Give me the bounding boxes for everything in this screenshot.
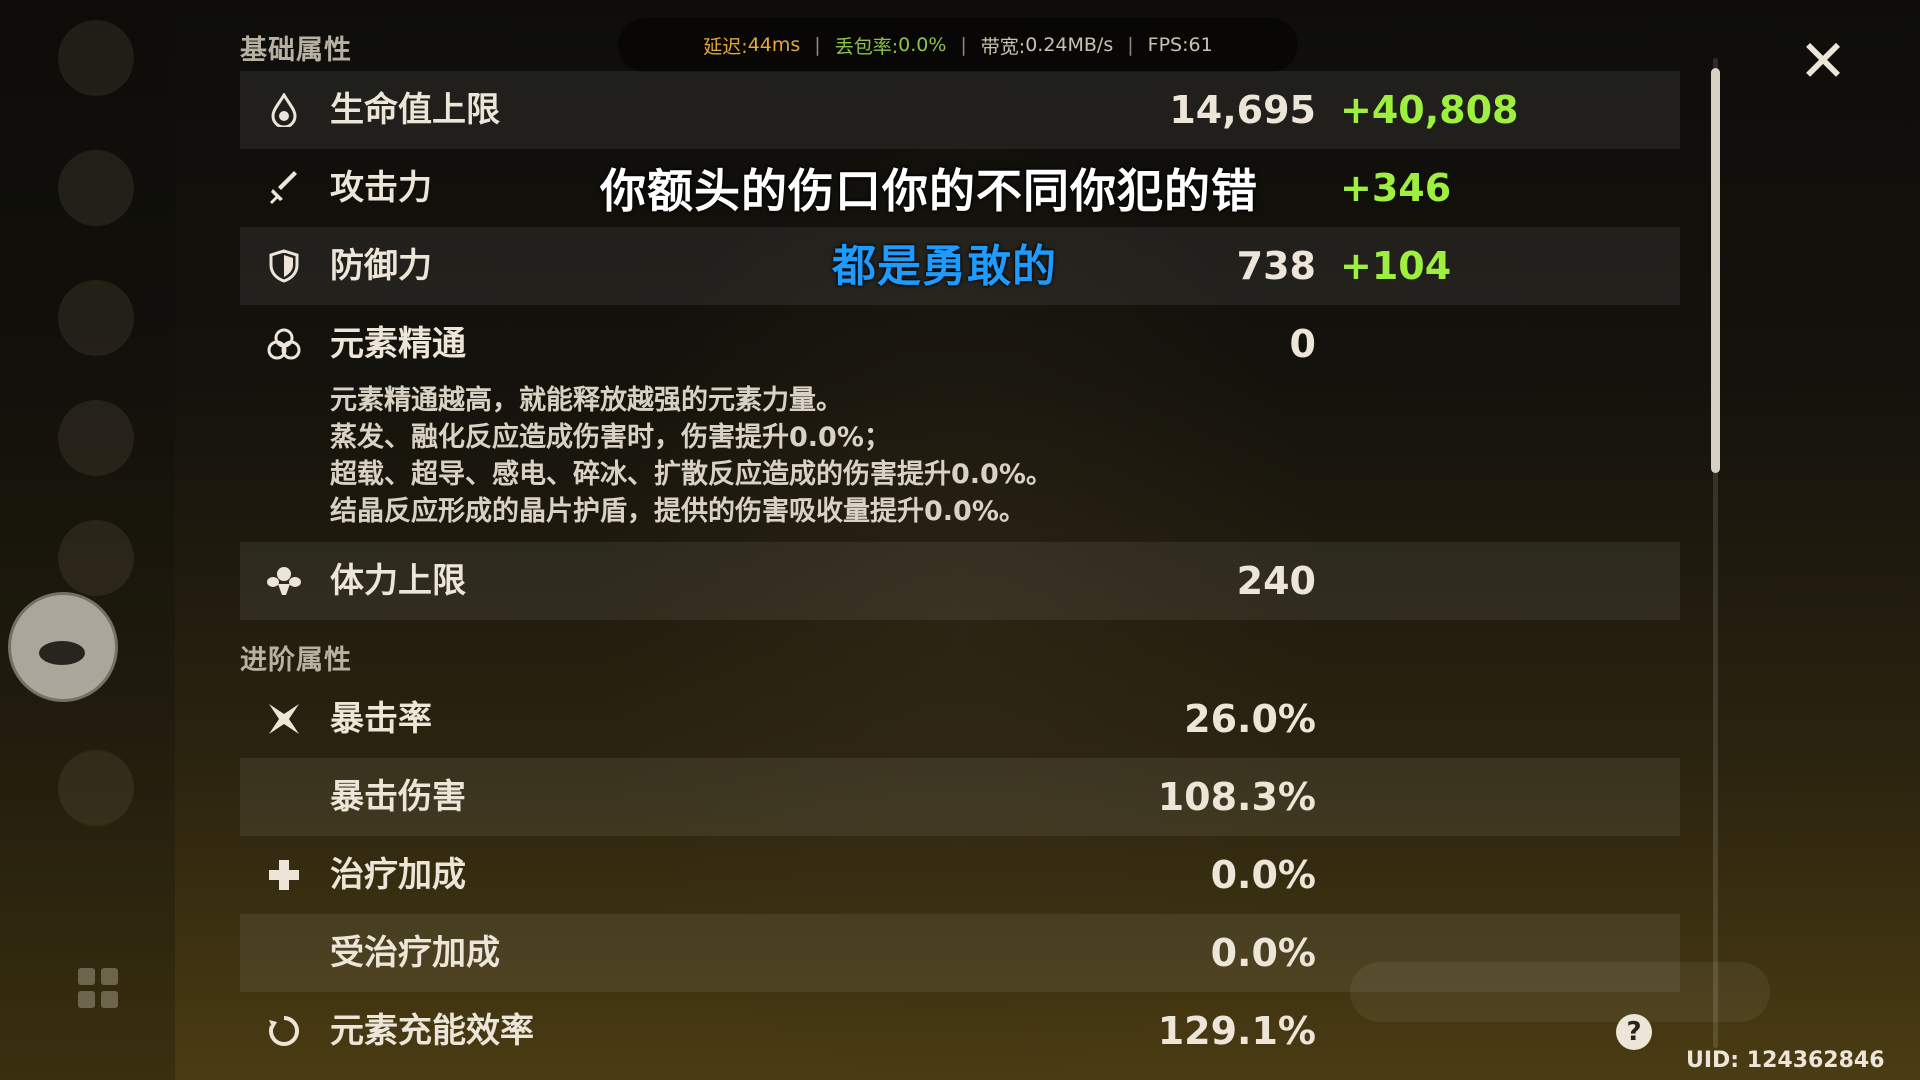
description-line: 元素精通越高，就能释放越强的元素力量。 bbox=[330, 385, 843, 416]
packet-loss-label: 丢包率: bbox=[834, 35, 899, 58]
stamina-icon bbox=[266, 563, 302, 599]
fps-label: FPS: bbox=[1147, 34, 1189, 56]
character-avatar[interactable] bbox=[58, 400, 134, 476]
stat-label: 暴击伤害 bbox=[330, 777, 466, 817]
latency-label: 延迟: bbox=[703, 35, 748, 58]
close-button[interactable]: ✕ bbox=[1796, 27, 1850, 95]
latency-value: 44ms bbox=[747, 34, 801, 56]
stat-value: 129.1% bbox=[1157, 1009, 1316, 1053]
help-icon: ? bbox=[1626, 1017, 1642, 1047]
character-avatar[interactable] bbox=[58, 280, 134, 356]
help-button[interactable]: ? bbox=[1616, 1014, 1652, 1050]
stat-bonus-value: +104 bbox=[1340, 244, 1452, 288]
character-avatar[interactable] bbox=[58, 520, 134, 596]
description-line: 超载、超导、感电、碎冰、扩散反应造成的伤害提升0.0%。 bbox=[330, 459, 1053, 490]
scrollbar-thumb[interactable] bbox=[1711, 68, 1720, 473]
healing-cross-icon bbox=[266, 857, 302, 893]
subtitle-line-2: 都是勇敢的 bbox=[832, 241, 1057, 292]
energy-recharge-icon bbox=[266, 1013, 302, 1049]
bandwidth-label: 带宽: bbox=[980, 35, 1026, 58]
sword-icon bbox=[266, 170, 302, 206]
stat-row-energy-recharge: 元素充能效率 129.1% bbox=[240, 992, 1680, 1070]
stat-label: 防御力 bbox=[330, 246, 432, 286]
paimon-menu-icon[interactable] bbox=[8, 592, 118, 702]
base-attributes-title: 基础属性 bbox=[240, 35, 352, 66]
stat-row-crit-rate: 暴击率 26.0% bbox=[240, 680, 1680, 758]
stat-bonus-value: +346 bbox=[1340, 166, 1452, 210]
stat-label: 元素充能效率 bbox=[330, 1011, 534, 1051]
shield-icon bbox=[266, 248, 302, 284]
separator: | bbox=[960, 34, 967, 56]
stat-label: 体力上限 bbox=[330, 561, 466, 601]
crit-rate-icon bbox=[266, 701, 302, 737]
stat-base-value: 240 bbox=[1236, 559, 1316, 603]
stat-row-incoming-healing: 受治疗加成 0.0% bbox=[240, 914, 1680, 992]
stat-row-healing-bonus: 治疗加成 0.0% bbox=[240, 836, 1680, 914]
stat-row-hp: 生命值上限 14,695 +40,808 bbox=[240, 71, 1680, 149]
stat-value: 108.3% bbox=[1157, 775, 1316, 819]
stat-label: 受治疗加成 bbox=[330, 933, 500, 973]
mastery-description: 元素精通越高，就能释放越强的元素力量。 蒸发、融化反应造成伤害时，伤害提升0.0… bbox=[330, 382, 1053, 530]
character-sidebar bbox=[0, 0, 175, 1080]
grid-menu-icon[interactable] bbox=[78, 968, 118, 1008]
stat-row-elemental-mastery: 元素精通 0 bbox=[240, 305, 1680, 383]
fps-value: 61 bbox=[1188, 34, 1213, 56]
description-line: 蒸发、融化反应造成伤害时，伤害提升0.0%； bbox=[330, 422, 891, 453]
stat-row-crit-dmg: 暴击伤害 108.3% bbox=[240, 758, 1680, 836]
separator: | bbox=[1127, 34, 1134, 56]
subtitle-line-1: 你额头的伤口你的不同你犯的错 bbox=[600, 164, 1258, 218]
stat-label: 暴击率 bbox=[330, 699, 432, 739]
stat-base-value: 14,695 bbox=[1169, 88, 1316, 132]
bandwidth-value: 0.24MB/s bbox=[1025, 34, 1114, 56]
packet-loss-value: 0.0% bbox=[898, 34, 947, 56]
stat-bonus-value: +40,808 bbox=[1340, 88, 1519, 132]
stat-value: 0.0% bbox=[1210, 853, 1316, 897]
network-status-bar: 延迟: 44ms | 丢包率: 0.0% | 带宽: 0.24MB/s | FP… bbox=[618, 18, 1298, 72]
close-icon: ✕ bbox=[1798, 27, 1848, 95]
elemental-mastery-icon bbox=[266, 326, 302, 362]
stat-base-value: 0 bbox=[1289, 322, 1316, 366]
character-avatar[interactable] bbox=[58, 150, 134, 226]
stat-value: 0.0% bbox=[1210, 931, 1316, 975]
separator: | bbox=[814, 34, 821, 56]
stat-label: 生命值上限 bbox=[330, 90, 500, 130]
stat-label: 治疗加成 bbox=[330, 855, 466, 895]
hp-drop-icon bbox=[266, 92, 302, 128]
stat-label: 攻击力 bbox=[330, 168, 432, 208]
stat-value: 26.0% bbox=[1184, 697, 1316, 741]
description-line: 结晶反应形成的晶片护盾，提供的伤害吸收量提升0.0%。 bbox=[330, 496, 1026, 527]
stat-label: 元素精通 bbox=[330, 324, 466, 364]
character-avatar[interactable] bbox=[58, 20, 134, 96]
character-avatar[interactable] bbox=[58, 750, 134, 826]
stat-row-stamina: 体力上限 240 bbox=[240, 542, 1680, 620]
uid-label: UID: 124362846 bbox=[1686, 1048, 1885, 1073]
stat-base-value: 738 bbox=[1236, 244, 1316, 288]
advanced-attributes-title: 进阶属性 bbox=[240, 645, 352, 676]
